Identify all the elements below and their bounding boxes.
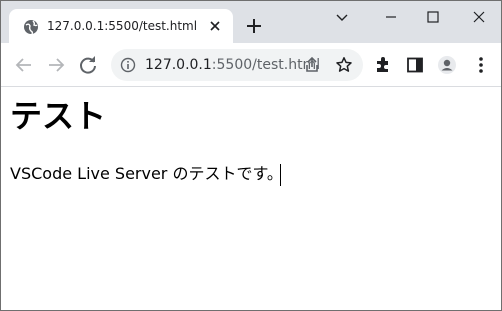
text-cursor <box>280 164 281 186</box>
url-text[interactable]: 127.0.0.1:5500/test.html <box>145 56 320 74</box>
minimize-icon[interactable] <box>381 7 401 27</box>
chevron-down-icon[interactable] <box>332 7 352 27</box>
profile-icon[interactable] <box>437 55 457 75</box>
reload-icon[interactable] <box>77 54 99 76</box>
tab-test-html[interactable]: 127.0.0.1:5500/test.html <box>9 9 233 43</box>
info-icon[interactable] <box>120 57 136 73</box>
browser-window: 127.0.0.1:5500/test.html 127.0.0.1:5500/… <box>0 0 502 311</box>
star-icon[interactable] <box>335 56 353 74</box>
share-icon[interactable] <box>303 56 321 74</box>
plus-icon[interactable] <box>245 17 263 35</box>
tab-title: 127.0.0.1:5500/test.html <box>47 19 198 33</box>
maximize-icon[interactable] <box>423 7 443 27</box>
arrow-left-icon[interactable] <box>13 54 35 76</box>
side-panel-icon[interactable] <box>405 55 425 75</box>
arrow-right-icon[interactable] <box>45 54 67 76</box>
close-icon[interactable] <box>469 7 489 27</box>
puzzle-icon[interactable] <box>373 55 393 75</box>
page-paragraph: VSCode Live Server のテストです。 <box>10 164 283 183</box>
globe-icon <box>24 20 38 35</box>
url-host: 127.0.0.1 <box>145 57 212 73</box>
browser-toolbar: 127.0.0.1:5500/test.html <box>1 43 501 87</box>
page-heading: テスト <box>10 97 107 135</box>
address-bar[interactable]: 127.0.0.1:5500/test.html <box>111 49 363 81</box>
page-content: テスト VSCode Live Server のテストです。 <box>1 87 501 310</box>
kebab-menu-icon[interactable] <box>471 55 491 75</box>
tab-strip: 127.0.0.1:5500/test.html <box>1 1 501 43</box>
close-icon[interactable] <box>209 20 221 32</box>
